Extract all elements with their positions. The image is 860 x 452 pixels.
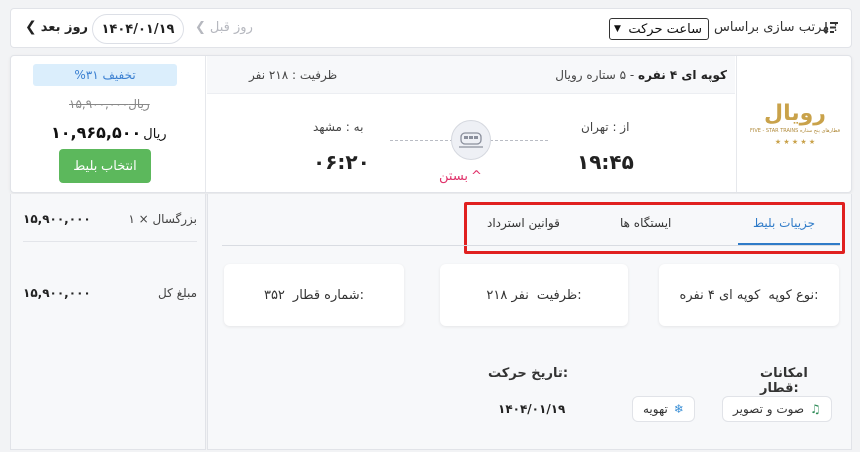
divider [23,241,197,242]
total-label: مبلغ کل [157,286,197,300]
discount-badge: %۳۱ تخفیف [33,64,177,86]
total-row: ۱۵,۹۰۰,۰۰۰ مبلغ کل [23,286,197,300]
departure-date-value: ۱۴۰۴/۰۱/۱۹ [498,402,566,416]
sort-select[interactable]: ▼ ساعت حرکت [609,18,709,40]
total-price: ۱۵,۹۰۰,۰۰۰ [23,286,91,300]
prev-day-label: روز قبل [209,20,253,35]
new-price-amount: ۱۰,۹۶۵,۵۰۰ [51,123,142,142]
operator-logo-column: رویال FIVE - STAR TRAINS قطارهای پنج ستا… [736,56,852,192]
train-card: %۳۱ تخفیف ۱۵,۹۰۰,۰۰۰ریال ۱۰,۹۶۵,۵۰۰ ریال… [10,55,852,193]
tab-ticket-details[interactable]: جزییات بلیط [753,216,815,230]
snowflake-icon: ❄ [673,402,684,416]
svg-text:★ ★ ★ ★ ★: ★ ★ ★ ★ ★ [775,138,815,146]
train-number-value: ۳۵۲ [263,287,285,303]
facility-label: تهویه [643,402,668,416]
facility-label: صوت و تصویر [733,402,805,416]
close-label: بستن [439,169,469,184]
dropdown-arrow-icon: ▼ [614,24,621,34]
sort-select-value: ساعت حرکت [628,21,702,37]
destination-label: به : مشهد [313,120,364,134]
chevron-left-icon: ❮ [25,19,37,35]
train-number-box: ۳۵۲ شماره قطار: [224,264,404,326]
passenger-label: بزرگسال × ۱ [128,212,197,226]
facility-ventilation: تهویه ❄ [632,396,695,422]
prev-day-button[interactable]: ❮ روز قبل [195,20,253,35]
sort-icon [823,22,838,34]
date-sort-bar: ❮ روز بعد ۱۴۰۴/۰۱/۱۹ ❮ روز قبل ▼ ساعت حر… [10,8,852,48]
tab-stations[interactable]: ایستگاه ها [620,216,671,230]
price-summary: ۱۵,۹۰۰,۰۰۰ بزرگسال × ۱ ۱۵,۹۰۰,۰۰۰ مبلغ ک… [10,194,206,450]
active-tab-indicator [738,243,840,245]
wagon-type: کوپه ای ۴ نفره [638,68,727,82]
svg-text:رویال: رویال [764,101,826,126]
facilities-label: امکانات قطار: [760,366,808,396]
sort-label: مرتب سازی براساس : [714,20,838,35]
departure-date-label: تاریخ حرکت: [488,366,569,381]
departure-time: ۱۹:۴۵ [577,150,634,174]
wagon-type-value: کوپه ای ۴ نفره [679,287,761,303]
trip-info-header: ظرفیت : ۲۱۸ نفر کوپه ای ۴ نفره - ۵ ستاره… [207,56,735,94]
capacity-header: ظرفیت : ۲۱۸ نفر [249,68,338,82]
next-day-button[interactable]: ❮ روز بعد [25,19,88,35]
wagon-header: کوپه ای ۴ نفره - ۵ ستاره رویال [555,68,727,82]
trip-info: ظرفیت : ۲۱۸ نفر کوپه ای ۴ نفره - ۵ ستاره… [207,56,735,192]
train-number-label: شماره قطار: [292,287,365,303]
new-price-currency: ریال [143,127,167,142]
select-ticket-button[interactable]: انتخاب بلیط [59,149,151,183]
arrival-time: ۰۶:۲۰ [313,150,370,174]
tabs-baseline [222,245,840,246]
wagon-type-label: نوع کوپه: [768,287,819,303]
collapse-details-link[interactable]: بستن ^ [439,169,482,184]
new-price: ۱۰,۹۶۵,۵۰۰ ریال [51,123,167,142]
passenger-price: ۱۵,۹۰۰,۰۰۰ [23,212,91,226]
svg-text:FIVE - STAR TRAINS قطارهای پن: FIVE - STAR TRAINS قطارهای پنج ستاره [750,128,841,134]
music-note-icon: ♫ [810,402,821,416]
tab-refund-rules[interactable]: قوانین استرداد [487,216,560,230]
wagon-type-box: کوپه ای ۴ نفره نوع کوپه: [659,264,839,326]
old-price: ۱۵,۹۰۰,۰۰۰ریال [69,97,150,111]
royal-logo: رویال FIVE - STAR TRAINS قطارهای پنج ستا… [750,101,841,146]
capacity-value: ۲۱۸ نفر [486,287,529,303]
origin-label: از : تهران [581,120,630,134]
chevron-up-icon: ^ [471,169,482,184]
chevron-left-icon: ❮ [195,20,206,35]
ticket-details-panel: قوانین استرداد ایستگاه ها جزییات بلیط ۳۵… [207,194,852,450]
capacity-label: ظرفیت: [536,287,582,303]
current-date[interactable]: ۱۴۰۴/۰۱/۱۹ [92,14,184,44]
price-column: %۳۱ تخفیف ۱۵,۹۰۰,۰۰۰ریال ۱۰,۹۶۵,۵۰۰ ریال… [11,56,206,192]
passenger-row: ۱۵,۹۰۰,۰۰۰ بزرگسال × ۱ [23,212,197,226]
train-icon [451,120,491,160]
wagon-rating: - ۵ ستاره رویال [555,68,639,82]
next-day-label: روز بعد [40,19,89,35]
capacity-box: ۲۱۸ نفر ظرفیت: [440,264,628,326]
facility-audio-video: صوت و تصویر ♫ [722,396,832,422]
